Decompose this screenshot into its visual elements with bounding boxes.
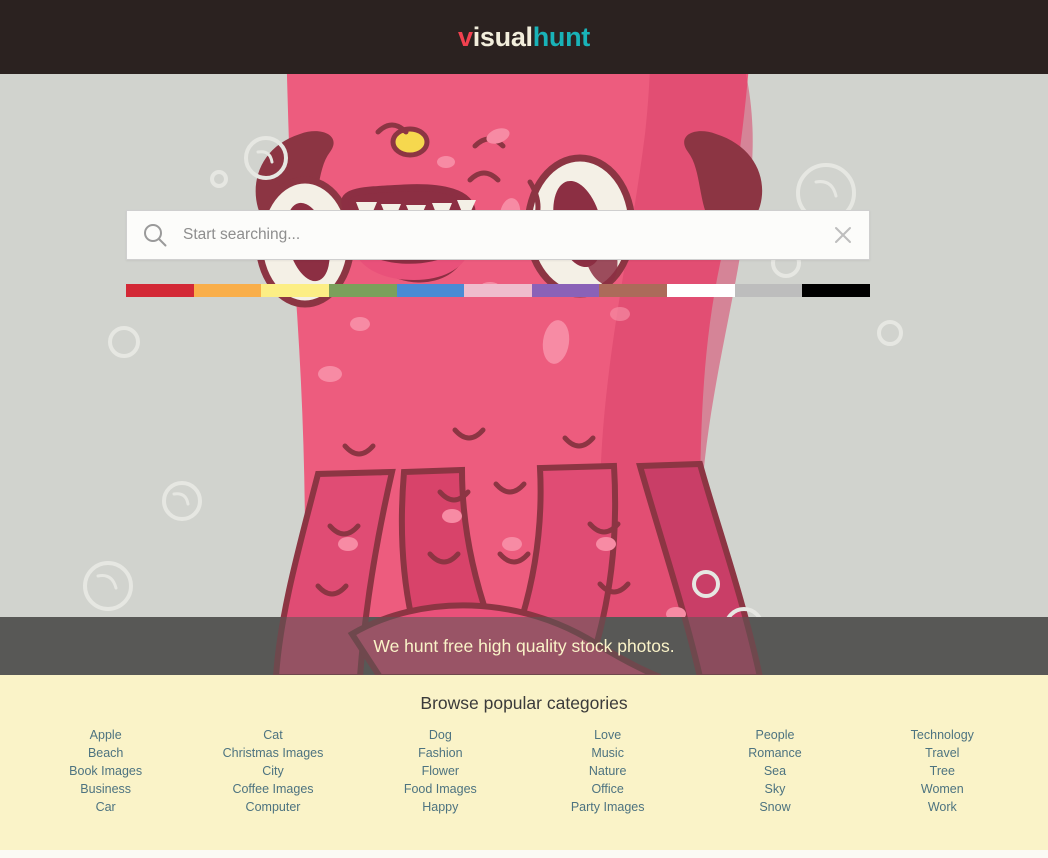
close-icon[interactable] xyxy=(817,211,869,259)
category-column: Love Music Nature Office Party Images xyxy=(524,726,691,816)
search-input[interactable] xyxy=(183,226,817,244)
footer-strip xyxy=(0,850,1048,858)
color-swatch-gray[interactable] xyxy=(734,284,803,297)
tagline-banner: We hunt free high quality stock photos. xyxy=(0,617,1048,675)
hero-section xyxy=(0,74,1048,617)
category-link-sea[interactable]: Sea xyxy=(691,762,858,780)
category-grid: Apple Beach Book Images Business Car Cat… xyxy=(0,726,1048,816)
color-swatch-red[interactable] xyxy=(126,284,194,297)
category-link-technology[interactable]: Technology xyxy=(859,726,1026,744)
category-column: People Romance Sea Sky Snow xyxy=(691,726,858,816)
color-swatch-brown[interactable] xyxy=(599,284,668,297)
category-link-cat[interactable]: Cat xyxy=(189,726,356,744)
page-title: Browse popular categories xyxy=(420,693,628,713)
category-column: Dog Fashion Flower Food Images Happy xyxy=(357,726,524,816)
category-column: Technology Travel Tree Women Work xyxy=(859,726,1026,816)
search-bar[interactable] xyxy=(126,210,870,260)
category-link-happy[interactable]: Happy xyxy=(357,798,524,816)
site-logo[interactable]: visualhunt xyxy=(457,21,591,52)
category-link-computer[interactable]: Computer xyxy=(189,798,356,816)
category-link-beach[interactable]: Beach xyxy=(22,744,189,762)
category-link-city[interactable]: City xyxy=(189,762,356,780)
category-column: Cat Christmas Images City Coffee Images … xyxy=(189,726,356,816)
site-header: visualhunt xyxy=(0,0,1048,74)
category-link-romance[interactable]: Romance xyxy=(691,744,858,762)
category-link-flower[interactable]: Flower xyxy=(357,762,524,780)
monster-illustration xyxy=(0,74,1048,617)
category-link-car[interactable]: Car xyxy=(22,798,189,816)
logo-part-v: v xyxy=(457,21,473,52)
category-link-tree[interactable]: Tree xyxy=(859,762,1026,780)
color-swatch-orange[interactable] xyxy=(193,284,262,297)
category-link-office[interactable]: Office xyxy=(524,780,691,798)
category-link-people[interactable]: People xyxy=(691,726,858,744)
category-link-music[interactable]: Music xyxy=(524,744,691,762)
category-link-work[interactable]: Work xyxy=(859,798,1026,816)
category-link-business[interactable]: Business xyxy=(22,780,189,798)
categories-section: Browse popular categories Apple Beach Bo… xyxy=(0,675,1048,850)
category-link-party-images[interactable]: Party Images xyxy=(524,798,691,816)
category-link-dog[interactable]: Dog xyxy=(357,726,524,744)
color-swatch-purple[interactable] xyxy=(531,284,600,297)
logo-part-hunt: hunt xyxy=(532,21,591,52)
color-swatch-pink[interactable] xyxy=(464,284,532,297)
category-link-food-images[interactable]: Food Images xyxy=(357,780,524,798)
category-link-travel[interactable]: Travel xyxy=(859,744,1026,762)
color-filter-row xyxy=(126,284,871,297)
category-link-sky[interactable]: Sky xyxy=(691,780,858,798)
category-link-nature[interactable]: Nature xyxy=(524,762,691,780)
category-link-apple[interactable]: Apple xyxy=(22,726,189,744)
category-link-coffee-images[interactable]: Coffee Images xyxy=(189,780,356,798)
category-link-book-images[interactable]: Book Images xyxy=(22,762,189,780)
category-link-snow[interactable]: Snow xyxy=(691,798,858,816)
color-swatch-white[interactable] xyxy=(667,284,735,297)
color-swatch-blue[interactable] xyxy=(396,284,465,297)
category-link-fashion[interactable]: Fashion xyxy=(357,744,524,762)
category-column: Apple Beach Book Images Business Car xyxy=(22,726,189,816)
search-section xyxy=(126,210,871,297)
color-swatch-black[interactable] xyxy=(802,284,871,297)
search-icon xyxy=(127,222,183,248)
tagline-text: We hunt free high quality stock photos. xyxy=(373,635,675,656)
category-link-love[interactable]: Love xyxy=(524,726,691,744)
color-swatch-yellow[interactable] xyxy=(261,284,329,297)
color-swatch-green[interactable] xyxy=(328,284,397,297)
category-link-christmas-images[interactable]: Christmas Images xyxy=(189,744,356,762)
logo-part-isual: isual xyxy=(472,21,533,52)
category-link-women[interactable]: Women xyxy=(859,780,1026,798)
